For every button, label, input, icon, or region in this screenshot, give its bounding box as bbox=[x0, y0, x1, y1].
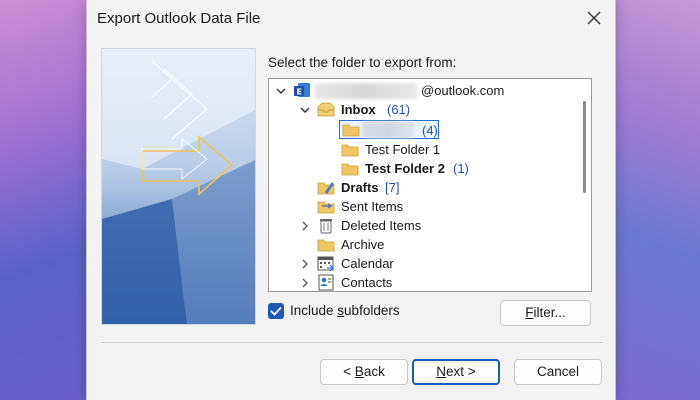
tree-row-deleted-items[interactable]: Deleted Items bbox=[299, 216, 499, 235]
test-folder-2-count: (1) bbox=[453, 161, 469, 176]
desktop-wallpaper-right bbox=[610, 0, 700, 400]
contacts-label: Contacts bbox=[341, 275, 393, 290]
next-button[interactable]: Next > bbox=[412, 359, 500, 385]
redacted-folder-name bbox=[362, 122, 414, 138]
chevron-down-icon[interactable] bbox=[299, 104, 311, 116]
tree-row-contacts[interactable]: Contacts bbox=[299, 273, 499, 291]
filter-button[interactable]: Filter... bbox=[500, 300, 591, 326]
drafts-icon bbox=[317, 179, 335, 196]
calendar-label: Calendar bbox=[341, 256, 394, 271]
trash-icon bbox=[317, 217, 335, 234]
back-prefix: < bbox=[343, 364, 355, 379]
inbox-icon bbox=[317, 101, 335, 118]
tree-row-drafts[interactable]: Drafts [7] bbox=[317, 178, 517, 197]
include-subfolders-checkbox[interactable] bbox=[268, 303, 284, 319]
folder-prompt: Select the folder to export from: bbox=[268, 55, 457, 70]
chevron-down-icon[interactable] bbox=[275, 85, 287, 97]
folder-tree[interactable]: E @outlook.com Inbox (61) (4) Test Folde… bbox=[268, 78, 592, 292]
account-name: @outlook.com bbox=[421, 83, 505, 98]
drafts-count: [7] bbox=[385, 180, 400, 195]
test-folder-2-label: Test Folder 2 bbox=[365, 161, 445, 176]
test-folder-1-label: Test Folder 1 bbox=[365, 142, 441, 157]
drafts-label: Drafts bbox=[341, 180, 379, 195]
tree-row-selected-folder[interactable]: (4) bbox=[339, 120, 439, 139]
close-button[interactable] bbox=[579, 4, 609, 32]
contacts-icon bbox=[317, 274, 335, 291]
tree-row-calendar[interactable]: Calendar bbox=[299, 254, 499, 273]
filter-rest: ilter... bbox=[533, 305, 566, 320]
divider bbox=[101, 342, 603, 343]
sent-items-icon bbox=[317, 198, 335, 215]
include-subfolders-prefix: Include bbox=[290, 303, 338, 318]
svg-text:E: E bbox=[297, 88, 302, 97]
tree-row-test-folder-1[interactable]: Test Folder 1 bbox=[341, 140, 541, 159]
export-dialog: Export Outlook Data File Select the fold… bbox=[86, 0, 616, 400]
exchange-account-icon: E bbox=[293, 82, 311, 99]
archive-label: Archive bbox=[341, 237, 385, 252]
sent-items-label: Sent Items bbox=[341, 199, 404, 214]
cancel-button[interactable]: Cancel bbox=[514, 359, 602, 385]
deleted-items-label: Deleted Items bbox=[341, 218, 422, 233]
include-subfolders-label: Include subfolders bbox=[290, 303, 400, 318]
wizard-banner-image bbox=[101, 48, 256, 325]
redacted-account-name bbox=[315, 83, 417, 99]
checkmark-icon bbox=[270, 306, 282, 316]
calendar-icon bbox=[317, 255, 335, 272]
tree-row-archive[interactable]: Archive bbox=[317, 235, 517, 254]
inbox-label: Inbox bbox=[341, 102, 376, 117]
dialog-title: Export Outlook Data File bbox=[97, 10, 261, 27]
tree-row-inbox[interactable]: Inbox (61) bbox=[299, 100, 499, 119]
scrollbar-thumb[interactable] bbox=[583, 101, 586, 193]
include-subfolders-rest: ubfolders bbox=[344, 303, 400, 318]
selected-folder-count: (4) bbox=[422, 123, 438, 138]
chevron-right-icon[interactable] bbox=[299, 220, 311, 232]
next-rest: ext > bbox=[446, 364, 476, 379]
chevron-right-icon[interactable] bbox=[299, 258, 311, 270]
back-rest: ack bbox=[363, 364, 385, 379]
folder-icon bbox=[341, 160, 359, 177]
back-button[interactable]: < Back bbox=[320, 359, 408, 385]
close-icon bbox=[587, 11, 601, 25]
tree-row-test-folder-2[interactable]: Test Folder 2 (1) bbox=[341, 159, 541, 178]
chevron-right-icon[interactable] bbox=[299, 277, 311, 289]
tree-scrollbar[interactable] bbox=[577, 79, 591, 291]
tree-row-sent-items[interactable]: Sent Items bbox=[317, 197, 517, 216]
desktop-wallpaper-left bbox=[0, 0, 90, 400]
tree-row-account[interactable]: E @outlook.com bbox=[275, 81, 575, 100]
back-accel: B bbox=[354, 364, 364, 379]
title-bar: Export Outlook Data File bbox=[87, 0, 615, 38]
next-accel: N bbox=[436, 364, 447, 379]
inbox-count: (61) bbox=[387, 102, 411, 117]
folder-icon bbox=[317, 236, 335, 253]
folder-icon bbox=[341, 141, 359, 158]
